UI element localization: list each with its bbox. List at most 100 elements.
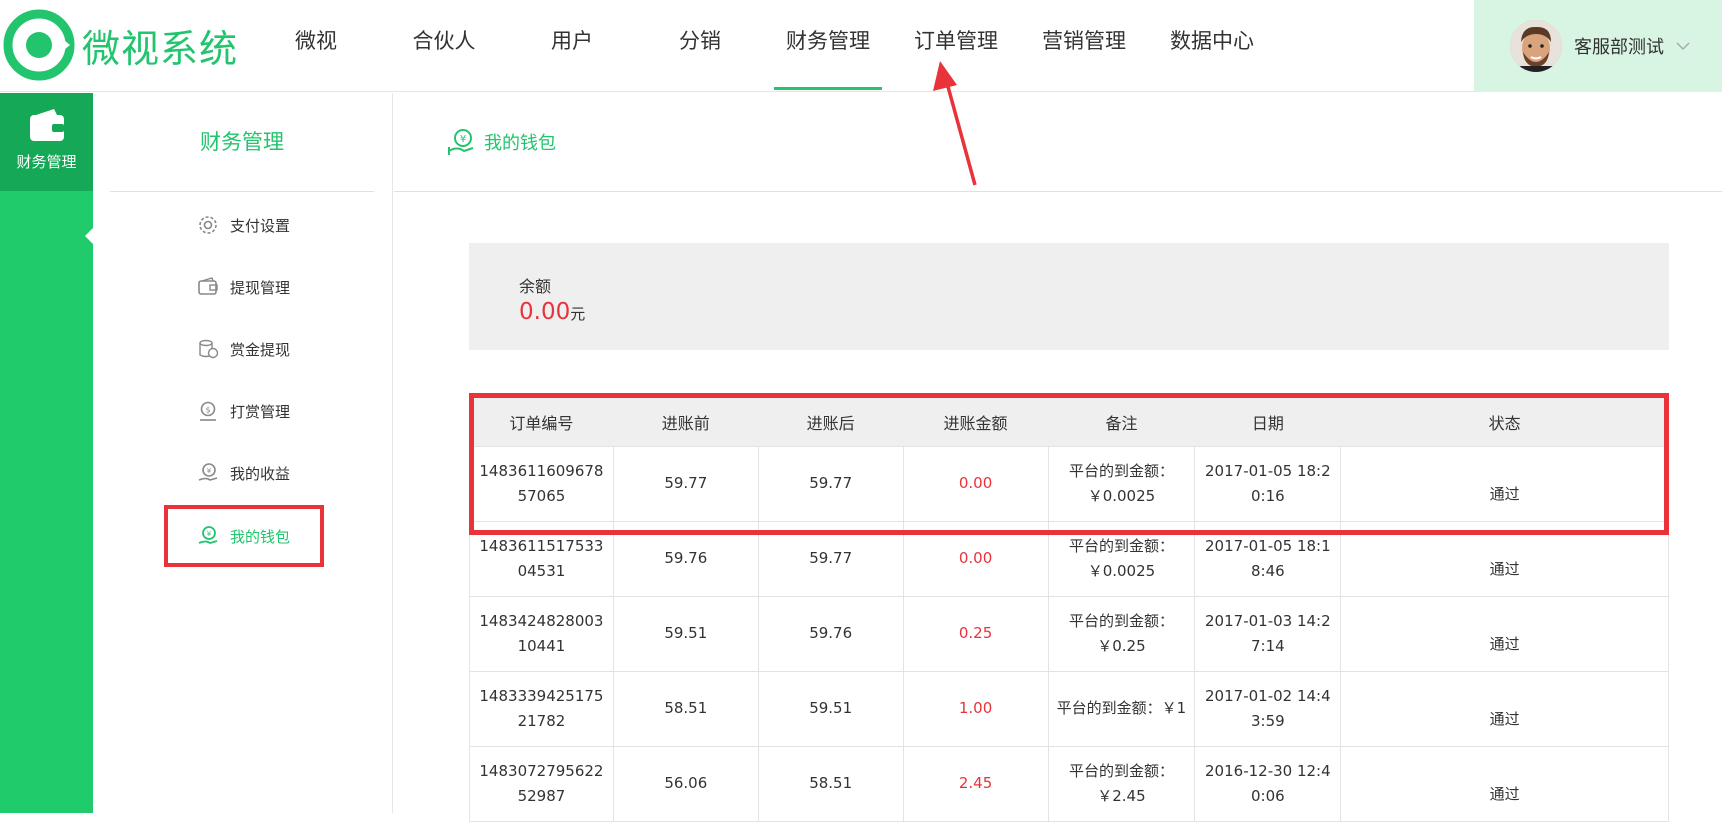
nav-item-users[interactable]: 用户 bbox=[508, 0, 636, 92]
cell-status: 通过 bbox=[1340, 670, 1669, 747]
nav-item-orders[interactable]: 订单管理 bbox=[892, 0, 1020, 92]
cell-remark: 平台的到金额：￥1 bbox=[1047, 670, 1196, 747]
sidebar-item-label: 打赏管理 bbox=[229, 402, 290, 421]
left-rail: 财务管理 bbox=[0, 93, 94, 813]
sidebar-title: 财务管理 bbox=[110, 93, 374, 192]
balance-card: 余额 0.00元 bbox=[469, 243, 1669, 350]
logo-text: 微视系统 bbox=[82, 26, 239, 71]
wallet-icon bbox=[29, 109, 64, 141]
main-content: ¥ 我的钱包 余额 0.00元 订单编号 进账前 进账后 进账金额 备注 日期 … bbox=[394, 93, 1722, 822]
nav-item-weishi[interactable]: 微视 bbox=[252, 0, 380, 92]
gear-icon bbox=[199, 216, 217, 234]
col-header-after: 进账后 bbox=[758, 398, 904, 446]
rail-label: 财务管理 bbox=[16, 153, 77, 171]
svg-text:$: $ bbox=[205, 406, 210, 415]
cell-date: 2017-01-05 18:18:46 bbox=[1194, 520, 1342, 597]
wallet-ledger-table: 订单编号 进账前 进账后 进账金额 备注 日期 状态 1483611609678… bbox=[469, 398, 1669, 822]
cell-after: 59.51 bbox=[757, 670, 904, 747]
wallet-hand-icon: ¥ bbox=[448, 129, 474, 155]
cell-amount: 0.25 bbox=[902, 595, 1049, 672]
col-header-remark: 备注 bbox=[1048, 398, 1195, 446]
balance-value-wrap: 0.00元 bbox=[519, 299, 585, 325]
page-title: 我的钱包 bbox=[484, 133, 556, 154]
cell-amount: 0.00 bbox=[902, 520, 1049, 597]
table-row: 148342482800310441 59.51 59.76 0.25 平台的到… bbox=[469, 595, 1669, 672]
avatar bbox=[1510, 20, 1562, 72]
cell-after: 59.77 bbox=[757, 445, 904, 522]
eye-logo-icon bbox=[3, 9, 75, 81]
cell-before: 59.77 bbox=[612, 445, 759, 522]
balance-unit: 元 bbox=[570, 305, 586, 323]
cell-date: 2017-01-02 14:43:59 bbox=[1194, 670, 1342, 747]
user-menu[interactable]: 客服部测试 bbox=[1474, 0, 1722, 92]
col-header-amount: 进账金额 bbox=[903, 398, 1048, 446]
balance-label: 余额 bbox=[519, 277, 552, 296]
nav-item-partner[interactable]: 合伙人 bbox=[380, 0, 508, 92]
wallet-icon bbox=[198, 277, 218, 295]
nav-item-distribution[interactable]: 分销 bbox=[636, 0, 764, 92]
col-header-before: 进账前 bbox=[613, 398, 759, 446]
cell-remark: 平台的到金额：￥2.45 bbox=[1047, 745, 1196, 822]
table-header-row: 订单编号 进账前 进账后 进账金额 备注 日期 状态 bbox=[469, 398, 1669, 446]
col-header-status: 状态 bbox=[1340, 398, 1669, 446]
chevron-down-icon bbox=[1676, 42, 1690, 51]
balance-value: 0.00 bbox=[519, 299, 571, 325]
table-row: 148333942517521782 58.51 59.51 1.00 平台的到… bbox=[469, 670, 1669, 747]
sub-sidebar: 财务管理 支付设置 提现管理 赏金提现 $ 打赏管理 ¥ 我的收益 ¥ 我的钱包 bbox=[93, 93, 393, 813]
sidebar-item-my-income[interactable]: ¥ 我的收益 bbox=[93, 453, 393, 493]
sidebar-item-reward-management[interactable]: $ 打赏管理 bbox=[93, 391, 393, 431]
user-name: 客服部测试 bbox=[1574, 37, 1664, 58]
cell-before: 59.76 bbox=[612, 520, 759, 597]
table-row: 148307279562252987 56.06 58.51 2.45 平台的到… bbox=[469, 745, 1669, 822]
cell-status: 通过 bbox=[1340, 445, 1669, 522]
cell-date: 2017-01-03 14:27:14 bbox=[1194, 595, 1342, 672]
cell-after: 59.77 bbox=[757, 520, 904, 597]
col-header-date: 日期 bbox=[1194, 398, 1341, 446]
cell-order-no: 148342482800310441 bbox=[469, 595, 614, 672]
sidebar-item-label: 提现管理 bbox=[229, 278, 290, 297]
svg-text:¥: ¥ bbox=[460, 134, 466, 145]
logo[interactable]: 微视系统 bbox=[0, 9, 239, 81]
top-bar: 微视系统 微视 合伙人 用户 分销 财务管理 订单管理 营销管理 数据中心 客服… bbox=[0, 0, 1722, 92]
table-row: 148361160967857065 59.77 59.77 0.00 平台的到… bbox=[469, 445, 1669, 522]
cell-order-no: 148361151753304531 bbox=[469, 520, 614, 597]
nav-item-finance[interactable]: 财务管理 bbox=[764, 0, 892, 92]
sidebar-item-withdraw-management[interactable]: 提现管理 bbox=[93, 267, 393, 307]
sidebar-item-payment-settings[interactable]: 支付设置 bbox=[93, 205, 393, 245]
rail-item-finance[interactable]: 财务管理 bbox=[0, 93, 93, 191]
cell-amount: 2.45 bbox=[902, 745, 1049, 822]
main-nav: 微视 合伙人 用户 分销 财务管理 订单管理 营销管理 数据中心 bbox=[252, 0, 1276, 92]
col-header-order-no: 订单编号 bbox=[469, 398, 614, 446]
svg-text:¥: ¥ bbox=[207, 467, 212, 475]
cell-status: 通过 bbox=[1340, 745, 1669, 822]
nav-item-marketing[interactable]: 营销管理 bbox=[1020, 0, 1148, 92]
cell-date: 2016-12-30 12:40:06 bbox=[1194, 745, 1342, 822]
cell-amount: 0.00 bbox=[902, 445, 1049, 522]
cell-after: 59.76 bbox=[757, 595, 904, 672]
cell-order-no: 148307279562252987 bbox=[469, 745, 614, 822]
cell-before: 58.51 bbox=[612, 670, 759, 747]
nav-item-data-center[interactable]: 数据中心 bbox=[1148, 0, 1276, 92]
cell-order-no: 148361160967857065 bbox=[469, 445, 614, 522]
cell-remark: 平台的到金额：￥0.25 bbox=[1047, 595, 1196, 672]
cell-remark: 平台的到金额：￥0.0025 bbox=[1047, 445, 1196, 522]
sidebar-item-bounty-withdraw[interactable]: 赏金提现 bbox=[93, 329, 393, 369]
income-icon: ¥ bbox=[198, 463, 218, 481]
cell-status: 通过 bbox=[1340, 595, 1669, 672]
cell-after: 58.51 bbox=[757, 745, 904, 822]
cell-before: 56.06 bbox=[612, 745, 759, 822]
sidebar-item-label: 支付设置 bbox=[229, 216, 290, 235]
annotation-box-sidebar bbox=[164, 505, 324, 567]
coins-icon bbox=[199, 339, 219, 359]
cell-amount: 1.00 bbox=[902, 670, 1049, 747]
table-row: 148361151753304531 59.76 59.77 0.00 平台的到… bbox=[469, 520, 1669, 597]
cell-date: 2017-01-05 18:20:16 bbox=[1194, 445, 1342, 522]
sidebar-item-label: 我的收益 bbox=[229, 464, 290, 483]
cell-before: 59.51 bbox=[612, 595, 759, 672]
cell-order-no: 148333942517521782 bbox=[469, 670, 614, 747]
sidebar-item-label: 赏金提现 bbox=[229, 340, 290, 359]
cell-remark: 平台的到金额：￥0.0025 bbox=[1047, 520, 1196, 597]
reward-icon: $ bbox=[199, 401, 216, 421]
cell-status: 通过 bbox=[1340, 520, 1669, 597]
page-header: ¥ 我的钱包 bbox=[394, 93, 1722, 192]
